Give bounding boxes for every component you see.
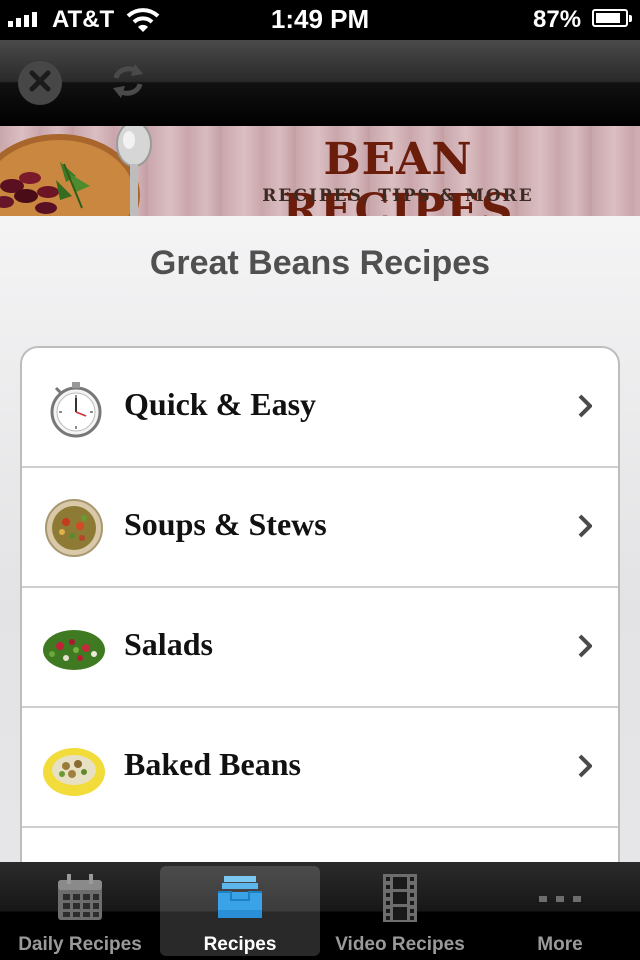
chevron-right-icon [578, 754, 592, 778]
list-item-label: Soups & Stews [124, 506, 327, 542]
chevron-right-icon [578, 394, 592, 418]
tab-daily-recipes[interactable]: Daily Recipes [0, 862, 160, 960]
soup-bowl-icon [45, 499, 103, 557]
list-item-soups-stews[interactable]: Soups & Stews [22, 468, 618, 588]
list-item-label: Salads [124, 626, 213, 662]
battery-fill [596, 13, 621, 23]
list-item-label: Baked Beans [124, 746, 301, 782]
banner-subtitle: RECIPES, TIPS & MORE [262, 186, 534, 206]
chevron-right-icon [578, 514, 592, 538]
tab-bar: Daily Recipes Recipes Video Recipes More [0, 862, 640, 960]
tab-recipes[interactable]: Recipes [160, 866, 320, 956]
page-title: Great Beans Recipes [149, 244, 491, 282]
film-strip-icon [383, 874, 417, 922]
baked-beans-icon [43, 748, 105, 796]
list-item-label: Quick & Easy [124, 386, 317, 422]
battery-percent: 87% [533, 6, 582, 33]
battery-icon [592, 9, 632, 27]
recipe-category-list: Quick & Easy Soups & Stews Salads Baked … [20, 346, 620, 862]
app-screen: AT&T 1:49 PM 87% BEAN RECIPES RECIPES, T… [0, 0, 640, 960]
spoon-image [116, 126, 152, 216]
list-item-quick-easy[interactable]: Quick & Easy [22, 348, 618, 468]
tab-label: Video Recipes [335, 934, 465, 955]
list-item-partial[interactable] [22, 828, 618, 862]
main-content: Great Beans Recipes Quick & Easy Soups &… [0, 216, 640, 862]
close-button[interactable] [18, 61, 62, 105]
tab-label: Recipes [203, 934, 277, 955]
list-item-baked-beans[interactable]: Baked Beans [22, 708, 618, 828]
top-toolbar [0, 40, 640, 126]
tab-label: More [537, 934, 583, 955]
salad-icon [43, 630, 105, 670]
inbox-tray-icon [218, 876, 262, 918]
beans-image [0, 162, 90, 214]
calendar-icon [58, 874, 102, 920]
stopwatch-icon [50, 382, 102, 438]
more-dots-icon [539, 896, 581, 902]
tab-more[interactable]: More [480, 862, 640, 960]
tab-video-recipes[interactable]: Video Recipes [320, 862, 480, 960]
header-banner: BEAN RECIPES RECIPES, TIPS & MORE [0, 126, 640, 216]
refresh-icon [107, 60, 149, 107]
status-bar: AT&T 1:49 PM 87% [0, 0, 640, 40]
close-icon [27, 61, 53, 105]
refresh-button[interactable] [106, 61, 150, 105]
list-item-salads[interactable]: Salads [22, 588, 618, 708]
tab-label: Daily Recipes [18, 934, 142, 955]
chevron-right-icon [578, 634, 592, 658]
